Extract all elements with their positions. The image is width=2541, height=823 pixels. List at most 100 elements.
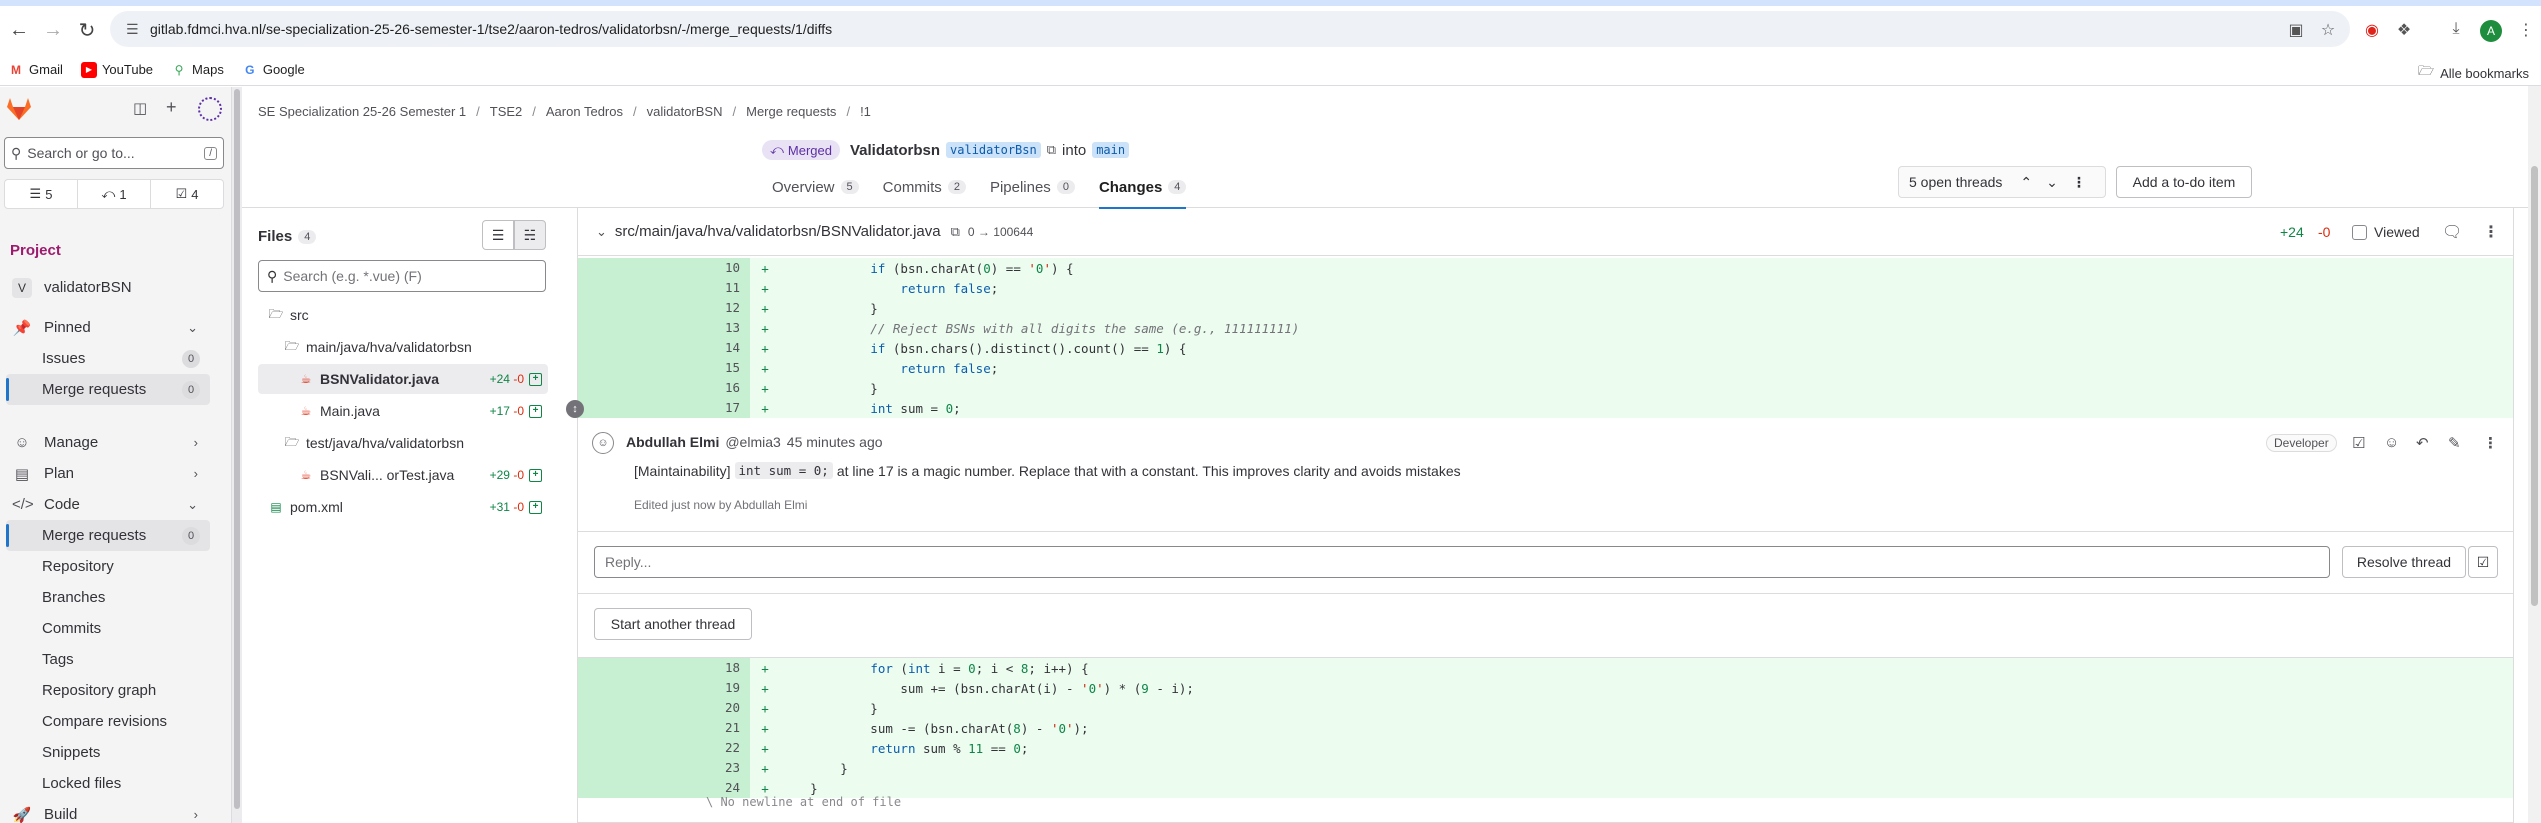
create-issue-icon[interactable]: ☑: [2468, 546, 2498, 578]
new-line-number[interactable]: 16: [656, 378, 750, 398]
profile-avatar[interactable]: A: [2480, 20, 2502, 42]
viewed-checkbox[interactable]: [2352, 225, 2367, 240]
new-line-number[interactable]: 23: [656, 758, 750, 778]
scrollbar-thumb[interactable]: [234, 89, 240, 809]
file-search-input[interactable]: ⚲ Search (e.g. *.vue) (F): [258, 260, 546, 292]
breadcrumb-mr-id[interactable]: !1: [860, 104, 871, 119]
old-line-number[interactable]: [578, 278, 656, 298]
chevron-up-icon[interactable]: ⌃: [2020, 174, 2032, 191]
new-line-number[interactable]: 22: [656, 738, 750, 758]
new-line-number[interactable]: 11: [656, 278, 750, 298]
sidebar-item-merge-requests[interactable]: Merge requests 0: [6, 520, 210, 551]
copy-branch-icon[interactable]: ⧉: [1047, 142, 1056, 158]
new-line-number[interactable]: 15: [656, 358, 750, 378]
tree-folder-src[interactable]: 🗁 src: [258, 300, 548, 330]
reload-icon[interactable]: ↻: [72, 15, 102, 45]
sidebar-item-repository-graph[interactable]: Repository graph: [6, 675, 210, 706]
opera-extension-icon[interactable]: ◉: [2362, 20, 2382, 40]
old-line-number[interactable]: [578, 318, 656, 338]
download-icon[interactable]: ⤓: [2446, 20, 2466, 40]
sidebar-scrollbar[interactable]: [232, 87, 242, 823]
sidebar-item-commits[interactable]: Commits: [6, 613, 210, 644]
old-line-number[interactable]: [578, 758, 656, 778]
add-todo-button[interactable]: Add a to-do item: [2116, 166, 2252, 198]
note-handle[interactable]: @elmia3: [725, 434, 780, 450]
new-line-number[interactable]: 17: [656, 398, 750, 418]
more-actions-icon[interactable]: ⋮: [2483, 434, 2498, 452]
target-branch[interactable]: main: [1092, 142, 1130, 158]
tree-file-main[interactable]: ☕ Main.java +17 -0 +: [258, 396, 548, 426]
old-line-number[interactable]: [578, 738, 656, 758]
sidebar-item-repository[interactable]: Repository: [6, 551, 210, 582]
sidebar-item-branches[interactable]: Branches: [6, 582, 210, 613]
back-icon[interactable]: ←: [4, 15, 34, 45]
bookmark-gmail[interactable]: M Gmail: [8, 62, 63, 78]
reply-input[interactable]: Reply...: [594, 546, 2330, 578]
new-line-number[interactable]: 13: [656, 318, 750, 338]
scrollbar-thumb[interactable]: [2531, 166, 2538, 606]
tab-commits[interactable]: Commits 2: [883, 166, 966, 208]
pinned-section[interactable]: 📌 Pinned ⌄: [6, 312, 210, 343]
bookmark-google[interactable]: G Google: [242, 62, 305, 78]
list-view-icon[interactable]: ☰: [482, 220, 514, 250]
tree-folder-test[interactable]: 🗁 test/java/hva/validatorbsn: [258, 428, 548, 458]
tree-folder-main[interactable]: 🗁 main/java/hva/validatorbsn: [258, 332, 548, 362]
breadcrumb-subgroup[interactable]: TSE2: [490, 104, 523, 119]
expand-lines-icon[interactable]: ↕: [566, 400, 584, 418]
forward-icon[interactable]: →: [38, 15, 68, 45]
resolve-icon[interactable]: ☑: [2352, 434, 2365, 452]
tab-changes[interactable]: Changes 4: [1098, 166, 1187, 209]
page-scrollbar[interactable]: [2528, 86, 2541, 823]
bookmark-youtube[interactable]: ▶ YouTube: [80, 61, 153, 78]
new-line-number[interactable]: 20: [656, 698, 750, 718]
sidebar-item-tags[interactable]: Tags: [6, 644, 210, 675]
browser-menu-icon[interactable]: ⋮: [2516, 20, 2536, 40]
reply-icon[interactable]: ↶: [2416, 434, 2429, 452]
new-line-number[interactable]: 12: [656, 298, 750, 318]
pinned-item-issues[interactable]: Issues 0: [6, 343, 210, 374]
tab-pipelines[interactable]: Pipelines 0: [990, 166, 1075, 208]
old-line-number[interactable]: [578, 658, 656, 678]
sidebar-item-build[interactable]: 🚀 Build ›: [6, 799, 210, 823]
new-line-number[interactable]: 21: [656, 718, 750, 738]
breadcrumb-user[interactable]: Aaron Tedros: [546, 104, 623, 119]
tab-overview[interactable]: Overview 5: [772, 166, 859, 208]
address-bar[interactable]: ☰ gitlab.fdmci.hva.nl/se-specialization-…: [110, 11, 2350, 47]
search-input[interactable]: ⚲ Search or go to... /: [4, 137, 224, 169]
install-app-icon[interactable]: ▣: [2286, 20, 2306, 40]
user-avatar[interactable]: [198, 97, 222, 121]
bookmark-star-icon[interactable]: ☆: [2318, 20, 2338, 40]
sidebar-item-plan[interactable]: ▤ Plan ›: [6, 458, 210, 489]
old-line-number[interactable]: [578, 398, 656, 418]
tree-file-bsnvalidatortest[interactable]: ☕ BSNVali... orTest.java +29 -0 +: [258, 460, 548, 490]
sidebar-item-compare-revisions[interactable]: Compare revisions: [6, 706, 210, 737]
new-line-number[interactable]: 18: [656, 658, 750, 678]
start-another-thread-button[interactable]: Start another thread: [594, 608, 752, 640]
project-link[interactable]: V validatorBSN: [6, 272, 210, 303]
breadcrumb-group[interactable]: SE Specialization 25-26 Semester 1: [258, 104, 466, 119]
old-line-number[interactable]: [578, 718, 656, 738]
collapse-sidebar-icon[interactable]: ◫: [133, 99, 147, 117]
resolve-thread-button[interactable]: Resolve thread: [2342, 546, 2466, 578]
todo-counter[interactable]: ☑ 4: [151, 180, 223, 208]
issues-counter[interactable]: ☰ 5: [5, 180, 78, 208]
breadcrumb-merge-requests[interactable]: Merge requests: [746, 104, 836, 119]
sidebar-item-code[interactable]: </> Code ⌄: [6, 489, 210, 520]
all-bookmarks[interactable]: 🗁 Alle bookmarks: [2418, 62, 2529, 84]
more-actions-icon[interactable]: ⋮: [2072, 174, 2086, 191]
copy-path-icon[interactable]: ⧉: [951, 224, 960, 240]
old-line-number[interactable]: [578, 258, 656, 278]
old-line-number[interactable]: [578, 378, 656, 398]
sidebar-item-manage[interactable]: ☺ Manage ›: [6, 427, 210, 458]
comment-icon[interactable]: 🗨: [2442, 222, 2462, 242]
new-line-number[interactable]: 10: [656, 258, 750, 278]
diff-file-path[interactable]: src/main/java/hva/validatorbsn/BSNValida…: [615, 223, 941, 240]
chevron-down-icon[interactable]: ⌄: [2046, 174, 2058, 191]
sidebar-item-snippets[interactable]: Snippets: [6, 737, 210, 768]
old-line-number[interactable]: [578, 698, 656, 718]
note-author[interactable]: Abdullah Elmi: [626, 434, 719, 450]
new-line-number[interactable]: 14: [656, 338, 750, 358]
tree-file-pom[interactable]: ▤ pom.xml +31 -0 +: [258, 492, 548, 522]
pinned-item-merge-requests[interactable]: Merge requests 0: [6, 374, 210, 405]
note-time[interactable]: 45 minutes ago: [787, 434, 883, 450]
